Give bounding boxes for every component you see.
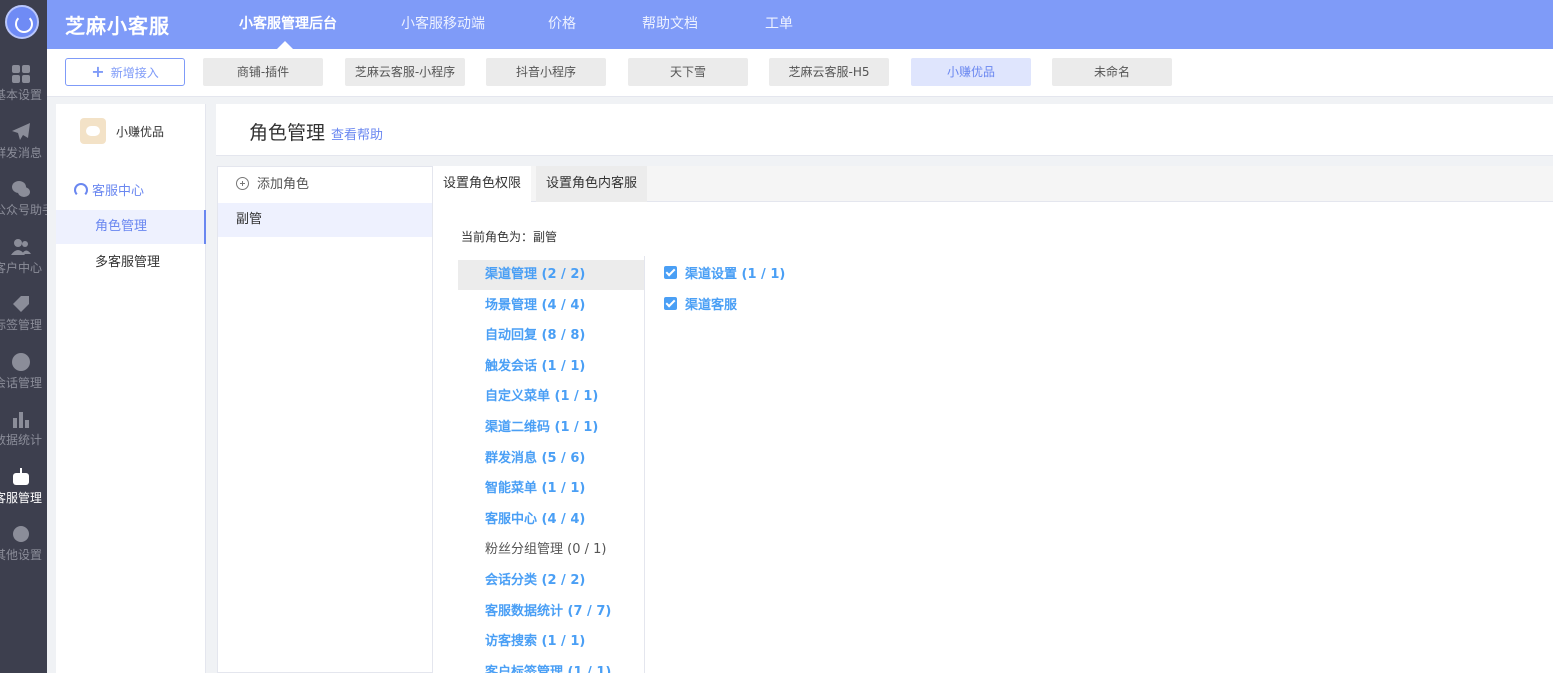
nav-price[interactable]: 价格: [548, 13, 576, 33]
grid-icon: [11, 64, 31, 84]
channel-tab[interactable]: 抖音小程序: [486, 58, 606, 86]
module-item[interactable]: 客户标签管理 (1 / 1): [458, 658, 644, 673]
module-item[interactable]: 粉丝分组管理 (0 / 1): [458, 535, 644, 565]
rail-item-other-settings[interactable]: 其他设置: [0, 517, 47, 575]
paper-plane-icon: [11, 122, 31, 142]
rail-item-label: 群发消息: [0, 146, 43, 160]
channel-tab[interactable]: 未命名: [1052, 58, 1172, 86]
rail-item-basic-settings[interactable]: 基本设置: [0, 57, 47, 115]
store-name: 小赚优品: [116, 125, 165, 139]
page-title: 角色管理: [249, 122, 326, 144]
channel-tab[interactable]: 芝麻云客服-小程序: [345, 58, 465, 86]
tag-icon: [11, 294, 31, 314]
role-item[interactable]: 副管: [218, 203, 432, 237]
nav-mobile[interactable]: 小客服移动端: [401, 13, 485, 33]
wechat-icon: [11, 179, 31, 199]
module-item[interactable]: 智能菜单 (1 / 1): [458, 474, 644, 504]
module-item[interactable]: 渠道二维码 (1 / 1): [458, 413, 644, 443]
module-item[interactable]: 客服中心 (4 / 4): [458, 505, 644, 535]
secondary-sidebar: 小赚优品 客服中心 角色管理 多客服管理: [56, 104, 206, 673]
permission-label: 渠道设置 (1 / 1): [685, 267, 786, 282]
sub-item-role-management[interactable]: 角色管理: [56, 210, 206, 244]
rail-item-label: 公众号助手: [0, 203, 47, 217]
section-label: 客服中心: [92, 184, 145, 199]
rail-item-label: 基本设置: [0, 88, 43, 102]
role-list: 添加角色 副管: [217, 166, 433, 673]
channel-tab-active[interactable]: 小赚优品: [911, 58, 1031, 86]
sub-item-multi-agent[interactable]: 多客服管理: [56, 246, 206, 280]
active-nav-indicator: [277, 41, 293, 49]
rail-item-customer-center[interactable]: 客户中心: [0, 230, 47, 288]
module-item[interactable]: 客服数据统计 (7 / 7): [458, 597, 644, 627]
top-header: 芝麻小客服 小客服管理后台 小客服移动端 价格 帮助文档 工单: [47, 0, 1553, 49]
module-item[interactable]: 触发会话 (1 / 1): [458, 352, 644, 382]
channel-tab[interactable]: 芝麻云客服-H5: [769, 58, 889, 86]
module-item[interactable]: 自定义菜单 (1 / 1): [458, 382, 644, 412]
headset-icon: [74, 183, 88, 197]
app-logo-icon[interactable]: [5, 5, 39, 39]
permission-panel: 设置角色权限 设置角色内客服 当前角色为：副管 渠道管理 (2 / 2) 场景管…: [433, 166, 1553, 673]
rail-item-label: 标签管理: [0, 318, 43, 332]
users-icon: [11, 237, 31, 257]
module-item-selected[interactable]: 渠道管理 (2 / 2): [458, 260, 644, 290]
rail-item-wechat-assistant[interactable]: 公众号助手: [0, 172, 47, 230]
nav-admin[interactable]: 小客服管理后台: [239, 13, 337, 33]
checkbox-checked-icon[interactable]: [664, 266, 677, 279]
brand-logo[interactable]: 芝麻小客服: [65, 10, 170, 39]
plus-icon: +: [91, 62, 105, 81]
module-item[interactable]: 访客搜索 (1 / 1): [458, 627, 644, 657]
permission-item[interactable]: 渠道客服: [664, 296, 737, 316]
tab-role-agents[interactable]: 设置角色内客服: [536, 166, 648, 202]
nav-docs[interactable]: 帮助文档: [642, 13, 698, 33]
robot-icon: [11, 467, 31, 487]
module-item[interactable]: 群发消息 (5 / 6): [458, 444, 644, 474]
add-channel-button[interactable]: + 新增接入: [65, 58, 185, 86]
channel-tab[interactable]: 天下雪: [628, 58, 748, 86]
chat-bubble-icon: [11, 352, 31, 372]
page-header: 角色管理 查看帮助: [216, 104, 1553, 156]
rail-item-conversations[interactable]: 会话管理: [0, 345, 47, 403]
module-item[interactable]: 自动回复 (8 / 8): [458, 321, 644, 351]
rail-item-label: 会话管理: [0, 376, 43, 390]
tab-role-permissions[interactable]: 设置角色权限: [433, 166, 532, 202]
rail-item-tags[interactable]: 标签管理: [0, 287, 47, 345]
section-customer-service[interactable]: 客服中心: [74, 180, 144, 199]
rail-item-statistics[interactable]: 数据统计: [0, 402, 47, 460]
channel-tab[interactable]: 商铺-插件: [203, 58, 323, 86]
rail-item-label: 其他设置: [0, 548, 43, 562]
module-item[interactable]: 场景管理 (4 / 4): [458, 291, 644, 321]
rail-item-label: 客服管理: [0, 491, 43, 505]
bar-chart-icon: [11, 409, 31, 429]
gear-icon: [11, 524, 31, 544]
permission-tabs: 设置角色权限 设置角色内客服: [433, 166, 1553, 202]
rail-item-label: 数据统计: [0, 433, 43, 447]
add-channel-label: 新增接入: [110, 66, 159, 80]
rail-item-broadcast[interactable]: 群发消息: [0, 115, 47, 173]
permission-item[interactable]: 渠道设置 (1 / 1): [664, 265, 785, 285]
channel-bar: + 新增接入 商铺-插件 芝麻云客服-小程序 抖音小程序 天下雪 芝麻云客服-H5…: [47, 49, 1553, 97]
help-link[interactable]: 查看帮助: [331, 124, 383, 143]
module-list: 渠道管理 (2 / 2) 场景管理 (4 / 4) 自动回复 (8 / 8) 触…: [433, 256, 645, 673]
plus-circle-icon: [236, 177, 249, 190]
add-role-label: 添加角色: [257, 177, 310, 192]
rail-item-label: 客户中心: [0, 261, 43, 275]
rail-item-service-management[interactable]: 客服管理: [0, 460, 47, 518]
nav-tickets[interactable]: 工单: [765, 13, 793, 33]
left-rail: 基本设置 群发消息 公众号助手 客户中心 标签管理 会话管理 数据统计 客服管理…: [0, 0, 47, 673]
store-avatar: [80, 118, 106, 144]
checkbox-checked-icon[interactable]: [664, 297, 677, 310]
module-item[interactable]: 会话分类 (2 / 2): [458, 566, 644, 596]
permission-label: 渠道客服: [685, 298, 738, 313]
current-role-label: 当前角色为：副管: [461, 230, 558, 244]
add-role-button[interactable]: 添加角色: [218, 167, 432, 203]
